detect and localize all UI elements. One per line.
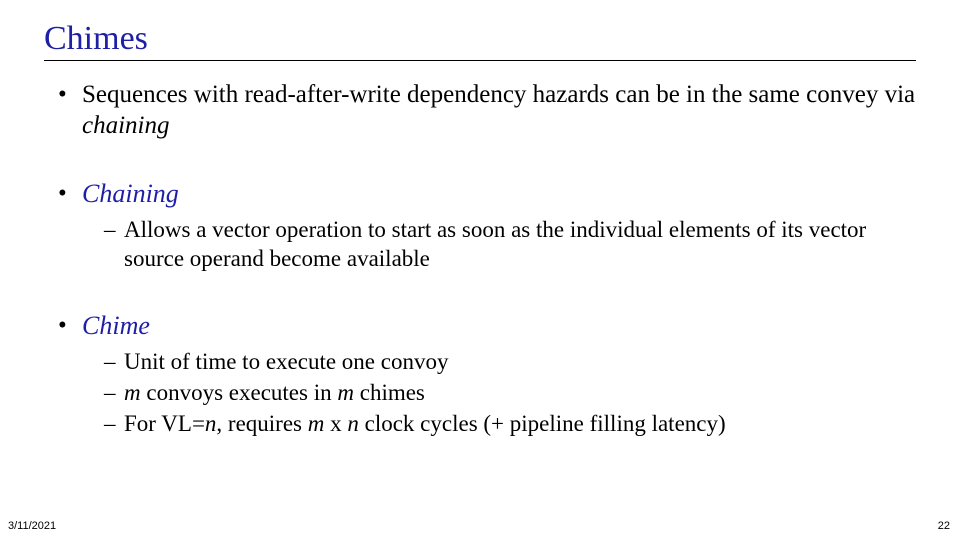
bullet-3-sub-3-n2: n: [347, 411, 359, 436]
bullet-3-sub-2-m1: m: [124, 380, 141, 405]
bullet-3-sublist: Unit of time to execute one convoy m con…: [82, 348, 916, 438]
bullet-2-sub-1-text: Allows a vector operation to start as so…: [124, 217, 866, 271]
slide-title: Chimes: [44, 20, 916, 61]
bullet-3: Chime Unit of time to execute one convoy…: [58, 310, 916, 439]
bullet-3-sub-2-end: chimes: [354, 380, 425, 405]
bullet-list: Sequences with read-after-write dependen…: [44, 79, 916, 438]
bullet-1-italic: chaining: [82, 112, 170, 139]
bullet-2: Chaining Allows a vector operation to st…: [58, 178, 916, 274]
bullet-3-sub-2: m convoys executes in m chimes: [104, 379, 916, 408]
slide: Chimes Sequences with read-after-write d…: [0, 0, 960, 540]
bullet-3-sub-1: Unit of time to execute one convoy: [104, 348, 916, 377]
bullet-3-sub-3-end: clock cycles (+ pipeline filling latency…: [359, 411, 726, 436]
bullet-3-sub-1-text: Unit of time to execute one convoy: [124, 349, 448, 374]
bullet-1-text: Sequences with read-after-write dependen…: [82, 81, 915, 108]
bullet-2-sublist: Allows a vector operation to start as so…: [82, 216, 916, 274]
footer-page-number: 22: [938, 520, 950, 532]
footer-date: 3/11/2021: [8, 520, 56, 532]
bullet-2-heading: Chaining: [82, 179, 179, 208]
bullet-3-sub-2-mid: convoys executes in: [141, 380, 338, 405]
bullet-1: Sequences with read-after-write dependen…: [58, 79, 916, 142]
bullet-3-sub-3-pre: For VL=: [124, 411, 205, 436]
bullet-3-sub-3-x: x: [324, 411, 347, 436]
bullet-2-sub-1: Allows a vector operation to start as so…: [104, 216, 916, 274]
bullet-3-heading: Chime: [82, 311, 150, 340]
bullet-3-sub-3-n: n: [205, 411, 217, 436]
bullet-3-sub-3-mid: , requires: [216, 411, 307, 436]
bullet-3-sub-2-m2: m: [337, 380, 354, 405]
bullet-3-sub-3-m: m: [308, 411, 325, 436]
bullet-3-sub-3: For VL=n, requires m x n clock cycles (+…: [104, 410, 916, 439]
